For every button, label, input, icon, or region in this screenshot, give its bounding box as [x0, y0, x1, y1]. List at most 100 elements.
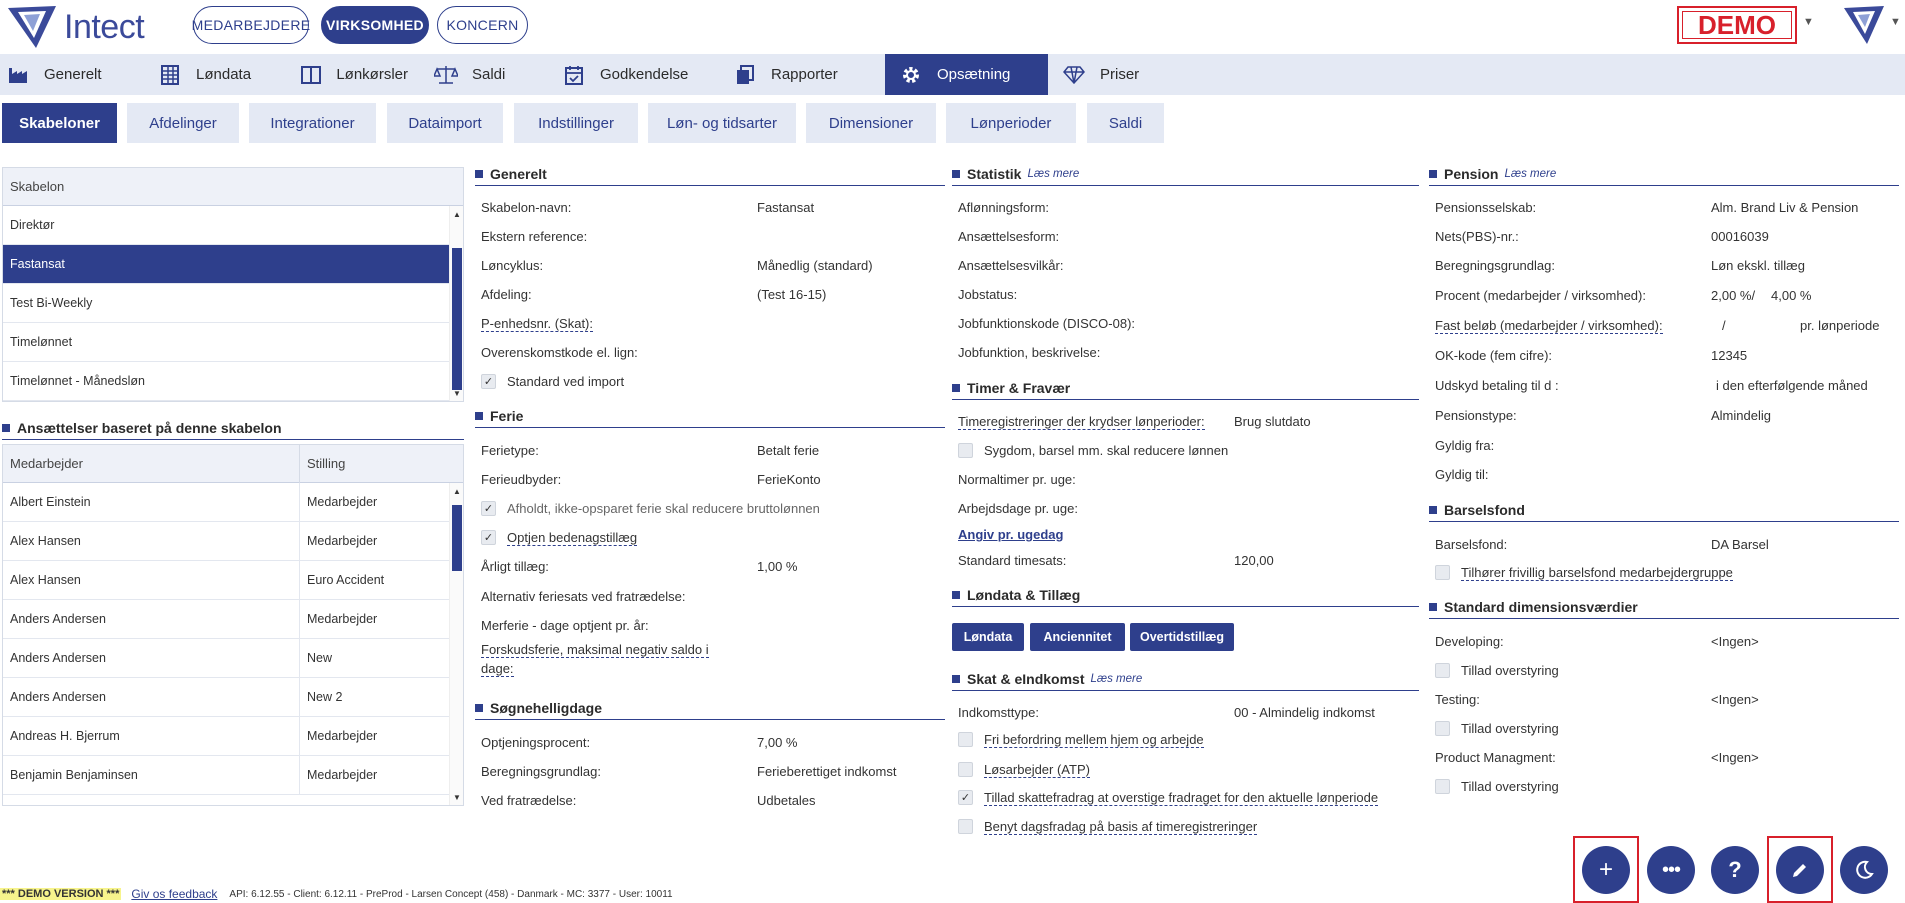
chevron-down-icon[interactable]: ▼ — [1803, 16, 1814, 28]
read-more-link[interactable]: Læs mere — [1504, 168, 1556, 180]
voluntary-label[interactable]: Tilhører frivillig barselsfond medarbejd… — [1461, 565, 1733, 581]
fixed-amount-label[interactable]: Fast beløb (medarbejder / virksomhed): — [1435, 318, 1663, 334]
more-button[interactable]: ••• — [1647, 846, 1695, 894]
employments-scrollbar[interactable]: ▲ ▼ — [449, 483, 463, 805]
pill-koncern[interactable]: KONCERN — [437, 6, 528, 44]
employment-row[interactable]: Albert Einstein Medarbejder — [3, 482, 463, 522]
demo-badge[interactable]: DEMO — [1677, 6, 1797, 44]
cycle-label: Løncyklus: — [481, 258, 544, 273]
tab-dataimport[interactable]: Dataimport — [387, 103, 503, 143]
employment-row[interactable]: Alex Hansen Medarbejder — [3, 521, 463, 561]
scroll-down-icon[interactable]: ▼ — [450, 387, 463, 399]
reduce-checkbox[interactable]: ✓ — [481, 501, 496, 516]
pill-virksomhed[interactable]: VIRKSOMHED — [321, 6, 429, 44]
col-position[interactable]: Stilling — [300, 456, 345, 471]
import-checkbox[interactable]: ✓ — [481, 374, 496, 389]
override-checkbox[interactable] — [1435, 779, 1450, 794]
template-row[interactable]: Direktør — [3, 206, 463, 245]
template-row[interactable]: Timelønnet — [3, 323, 463, 362]
deduction-label[interactable]: Tillad skattefradrag at overstige fradra… — [984, 790, 1379, 806]
employment-row[interactable]: Benjamin Benjaminsen Medarbejder — [3, 755, 463, 795]
advance-label-line1[interactable]: Forskudsferie, maksimal negativ saldo i — [481, 642, 709, 658]
voluntary-checkbox[interactable] — [1435, 565, 1450, 580]
sick-checkbox[interactable] — [958, 443, 973, 458]
override-checkbox[interactable] — [1435, 663, 1450, 678]
employment-row[interactable]: Anders Andersen Medarbejder — [3, 599, 463, 639]
employment-row[interactable]: Andreas H. Bjerrum Medarbejder — [3, 716, 463, 756]
tab-lon-og-tidsarter[interactable]: Løn- og tidsarter — [648, 103, 796, 143]
tab-integrationer[interactable]: Integrationer — [249, 103, 376, 143]
add-button[interactable]: + — [1582, 846, 1630, 894]
bonus-checkbox[interactable]: ✓ — [481, 530, 496, 545]
fixed-amount-unit: pr. lønperiode — [1800, 318, 1880, 333]
altrate-label: Alternativ feriesats ved fratrædelse: — [481, 589, 686, 604]
nav-opsaetning[interactable]: Opsætning — [885, 54, 1048, 95]
daily-deduction-label[interactable]: Benyt dagsfradag på basis af timeregistr… — [984, 819, 1258, 835]
employee-name: Alex Hansen — [3, 560, 300, 600]
intect-logo[interactable]: Intect — [6, 2, 176, 52]
tab-afdelinger[interactable]: Afdelinger — [127, 103, 239, 143]
section-title-text: Standard dimensionsværdier — [1444, 599, 1638, 615]
template-row[interactable]: Timelønnet - Månedsløn — [3, 362, 463, 401]
tab-skabeloner[interactable]: Skabeloner — [2, 103, 117, 143]
casual-checkbox[interactable] — [958, 762, 973, 777]
daily-deduction-checkbox[interactable] — [958, 819, 973, 834]
moon-icon — [1856, 860, 1874, 879]
scroll-thumb[interactable] — [452, 505, 462, 571]
chevron-down-icon[interactable]: ▼ — [1890, 16, 1901, 28]
punit-label[interactable]: P-enhedsnr. (Skat): — [481, 316, 593, 332]
employment-row[interactable]: Anders Andersen New — [3, 638, 463, 678]
deduction-checkbox[interactable]: ✓ — [958, 790, 973, 805]
company-logo-icon[interactable] — [1842, 4, 1886, 46]
nav-saldi[interactable]: Saldi — [428, 54, 556, 95]
edit-button[interactable] — [1776, 846, 1824, 894]
nav-label: Rapporter — [771, 66, 838, 83]
per-weekday-link[interactable]: Angiv pr. ugedag — [958, 527, 1063, 542]
advance-label-line2[interactable]: dage: — [481, 661, 514, 677]
londata-button[interactable]: Løndata — [952, 623, 1024, 651]
template-scrollbar[interactable]: ▲ ▼ — [449, 206, 463, 401]
feedback-link[interactable]: Giv os feedback — [131, 887, 217, 901]
bonus-label[interactable]: Optjen bedenagstillæg — [507, 530, 638, 546]
scroll-up-icon[interactable]: ▲ — [450, 485, 463, 497]
scroll-up-icon[interactable]: ▲ — [450, 208, 463, 220]
nav-lonkorsler[interactable]: Lønkørsler — [294, 54, 428, 95]
employments-header: Medarbejder Stilling — [3, 445, 463, 483]
dark-mode-button[interactable] — [1840, 846, 1888, 894]
tab-saldi[interactable]: Saldi — [1087, 103, 1164, 143]
section-marker-icon — [2, 424, 10, 432]
tab-indstillinger[interactable]: Indstillinger — [514, 103, 638, 143]
defer-label: Udskyd betaling til d : — [1435, 378, 1559, 393]
tab-dimensioner[interactable]: Dimensioner — [806, 103, 936, 143]
extra-days-label: Merferie - dage optjent pr. år: — [481, 618, 649, 633]
scroll-thumb[interactable] — [452, 248, 462, 390]
casual-label[interactable]: Løsarbejder (ATP) — [984, 762, 1090, 778]
scroll-down-icon[interactable]: ▼ — [450, 791, 463, 803]
nav-generelt[interactable]: Generelt — [0, 54, 148, 95]
col-employee[interactable]: Medarbejder — [3, 445, 300, 483]
nav-godkendelse[interactable]: Godkendelse — [556, 54, 727, 95]
template-row-selected[interactable]: Fastansat — [3, 245, 463, 284]
cross-period-label[interactable]: Timeregistreringer der krydser lønperiod… — [958, 414, 1205, 430]
nav-priser[interactable]: Priser — [1048, 54, 1168, 95]
employee-position: New — [307, 651, 333, 665]
template-row[interactable]: Test Bi-Weekly — [3, 284, 463, 323]
employment-row[interactable]: Alex Hansen Euro Accident — [3, 560, 463, 600]
holiday-provider-value: FerieKonto — [757, 472, 821, 487]
tab-lonperioder[interactable]: Lønperioder — [946, 103, 1076, 143]
pill-medarbejdere[interactable]: MEDARBEJDERE — [192, 6, 310, 44]
commute-label[interactable]: Fri befordring mellem hjem og arbejde — [984, 732, 1204, 748]
employment-row[interactable]: Anders Andersen New 2 — [3, 677, 463, 717]
nav-rapporter[interactable]: Rapporter — [727, 54, 885, 95]
override-checkbox[interactable] — [1435, 721, 1450, 736]
overtime-button[interactable]: Overtidstillæg — [1130, 623, 1234, 651]
nav-londata[interactable]: Løndata — [148, 54, 294, 95]
demo-version-badge: *** DEMO VERSION *** — [0, 888, 122, 900]
read-more-link[interactable]: Læs mere — [1090, 673, 1142, 685]
read-more-link[interactable]: Læs mere — [1027, 168, 1079, 180]
help-button[interactable]: ? — [1711, 846, 1759, 894]
pension-basis-value: Løn ekskl. tillæg — [1711, 258, 1805, 273]
nav-label: Priser — [1100, 66, 1140, 83]
commute-checkbox[interactable] — [958, 732, 973, 747]
anciennitet-button[interactable]: Anciennitet — [1030, 623, 1125, 651]
